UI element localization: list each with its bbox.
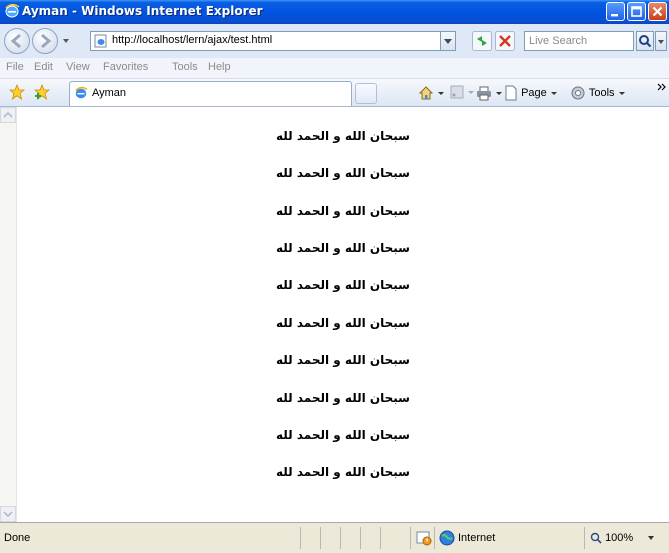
forward-button[interactable] [32, 28, 58, 54]
rss-feed-icon [450, 85, 464, 99]
content-line: سبحان الله و الحمد لله [276, 278, 410, 292]
menu-view[interactable]: View [66, 61, 90, 73]
tab-ayman[interactable]: Ayman [69, 81, 352, 106]
chevron-down-icon [550, 92, 557, 95]
content-line: سبحان الله و الحمد لله [276, 391, 410, 405]
gear-icon [571, 86, 585, 100]
back-arrow-icon [10, 33, 21, 49]
zoom-level-button[interactable]: 100% [590, 532, 633, 544]
content-lines: سبحان الله و الحمد لله سبحان الله و الحم… [17, 107, 669, 522]
maximize-icon [631, 6, 642, 17]
close-icon [652, 6, 663, 17]
new-tab-button[interactable] [355, 83, 377, 104]
chevron-down-icon[interactable] [647, 535, 655, 541]
ie-logo-icon [5, 3, 20, 18]
content-line: سبحان الله و الحمد لله [276, 241, 410, 255]
protected-mode-icon[interactable] [416, 530, 432, 546]
search-icon [639, 35, 652, 48]
stop-icon [495, 31, 515, 51]
status-divider [360, 527, 361, 549]
favorites-center-icon[interactable] [9, 84, 25, 100]
page-menu-button[interactable]: Page [504, 85, 558, 101]
scroll-up-icon [3, 111, 13, 118]
forward-arrow-icon [41, 33, 52, 49]
address-input[interactable]: http://localhost/lern/ajax/test.html [90, 31, 456, 51]
chevron-down-icon [468, 91, 475, 94]
security-zone-label[interactable]: Internet [458, 532, 495, 544]
status-text: Done [4, 532, 31, 544]
menu-tools[interactable]: Tools [172, 61, 198, 73]
content-line: سبحان الله و الحمد لله [276, 166, 410, 180]
chevron-double-right-icon [657, 83, 666, 91]
search-placeholder: Live Search [529, 35, 588, 47]
add-favorites-icon[interactable] [34, 84, 50, 100]
menu-file[interactable]: File [6, 61, 24, 73]
tools-menu-button[interactable]: Tools [570, 85, 626, 101]
back-button[interactable] [4, 28, 30, 54]
page-menu-label: Page [521, 86, 547, 99]
refresh-button[interactable] [472, 31, 492, 51]
status-divider [300, 527, 301, 549]
status-divider [410, 527, 411, 549]
search-input[interactable]: Live Search [524, 31, 634, 51]
status-divider [340, 527, 341, 549]
address-dropdown-button[interactable] [440, 31, 456, 51]
globe-icon [439, 530, 455, 546]
toolbar-overflow-button[interactable] [657, 81, 667, 97]
home-button[interactable] [418, 85, 445, 101]
menu-bar: File Edit View Favorites Tools Help [0, 58, 669, 79]
refresh-icon [472, 31, 492, 51]
printer-icon [477, 86, 491, 101]
page-icon [94, 34, 107, 48]
ie-logo-icon [75, 86, 88, 99]
status-divider [434, 527, 435, 549]
status-divider [320, 527, 321, 549]
minimize-icon [611, 14, 618, 17]
address-toolbar: http://localhost/lern/ajax/test.html Liv… [0, 24, 669, 58]
title-bar[interactable]: Ayman - Windows Internet Explorer [0, 0, 669, 24]
chevron-down-icon [438, 92, 445, 95]
chevron-down-icon [618, 92, 625, 95]
vertical-scrollbar[interactable] [0, 107, 17, 522]
tab-command-bar: Ayman Page Tools [0, 79, 669, 107]
search-button[interactable] [636, 31, 654, 51]
content-line: سبحان الله و الحمد لله [276, 316, 410, 330]
search-options-button[interactable] [655, 31, 667, 51]
content-line: سبحان الله و الحمد لله [276, 353, 410, 367]
feeds-button[interactable] [450, 85, 475, 101]
zoom-icon [590, 532, 602, 544]
chevron-down-icon [496, 92, 503, 95]
menu-help[interactable]: Help [208, 61, 231, 73]
status-divider [380, 527, 381, 549]
page-icon [505, 85, 517, 101]
scroll-up-button[interactable] [0, 107, 16, 123]
tab-label: Ayman [92, 87, 127, 99]
minimize-button[interactable] [606, 2, 625, 21]
zoom-level-label: 100% [605, 532, 634, 544]
window-title: Ayman - Windows Internet Explorer [22, 4, 263, 18]
chevron-down-icon [444, 39, 452, 44]
scroll-down-button[interactable] [0, 506, 16, 522]
recent-pages-dropdown-icon[interactable] [62, 37, 70, 45]
home-icon [418, 86, 434, 100]
close-button[interactable] [648, 2, 667, 21]
stop-button[interactable] [495, 31, 515, 51]
scroll-down-icon [3, 511, 13, 518]
chevron-down-icon [658, 40, 664, 44]
content-line: سبحان الله و الحمد لله [276, 204, 410, 218]
print-button[interactable] [476, 85, 503, 101]
menu-edit[interactable]: Edit [34, 61, 53, 73]
browser-window: Ayman - Windows Internet Explorer http:/… [0, 0, 669, 553]
status-bar: Done Internet 100% [0, 522, 669, 553]
maximize-button[interactable] [627, 2, 646, 21]
tools-menu-label: Tools [588, 86, 615, 99]
content-line: سبحان الله و الحمد لله [276, 129, 410, 143]
menu-favorites[interactable]: Favorites [103, 61, 148, 73]
content-line: سبحان الله و الحمد لله [276, 428, 410, 442]
status-divider [584, 527, 585, 549]
address-url: http://localhost/lern/ajax/test.html [112, 34, 273, 46]
content-line: سبحان الله و الحمد لله [276, 465, 410, 479]
